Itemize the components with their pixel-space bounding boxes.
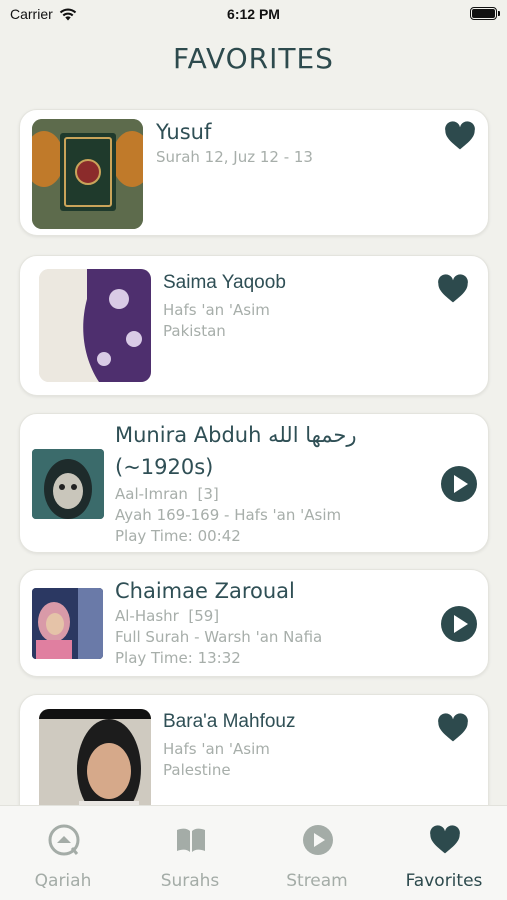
card-title: Bara'a Mahfouz	[163, 711, 296, 732]
card-subtitle-riwayah: Hafs 'an 'Asim	[163, 301, 270, 319]
heart-icon[interactable]	[437, 713, 469, 743]
tab-label: Qariah	[34, 871, 92, 891]
quran-thumbnail	[32, 119, 143, 229]
card-riwayah: Full Surah - Warsh 'an Nafia	[115, 628, 323, 646]
card-title: Saima Yaqoob	[163, 272, 286, 293]
tab-label: Surahs	[160, 871, 220, 891]
play-icon[interactable]	[441, 606, 477, 642]
battery-icon	[470, 7, 500, 20]
tab-bar: Qariah Surahs Stream Favorites	[0, 805, 507, 900]
card-subtitle-riwayah: Hafs 'an 'Asim	[163, 740, 270, 758]
heart-icon[interactable]	[437, 274, 469, 304]
card-title: Yusuf	[156, 120, 212, 144]
tab-label: Stream	[286, 871, 348, 891]
card-surah: Aal-Imran [3]	[115, 485, 219, 503]
favorite-card-qariah[interactable]: Saima Yaqoob Hafs 'an 'Asim Pakistan	[19, 255, 489, 396]
card-play-time: Play Time: 13:32	[115, 649, 241, 667]
favorite-card-surah[interactable]: Yusuf Surah 12, Juz 12 - 13	[19, 109, 489, 236]
card-subtitle-country: Palestine	[163, 761, 231, 779]
card-surah: Al-Hashr [59]	[115, 607, 220, 625]
card-subtitle: Surah 12, Juz 12 - 13	[156, 148, 313, 166]
tab-stream[interactable]: Stream	[254, 806, 380, 900]
tab-surahs[interactable]: Surahs	[127, 806, 253, 900]
card-play-time: Play Time: 00:42	[115, 527, 241, 545]
favorite-card-recitation[interactable]: Munira Abduh رحمها الله (~1920s) Aal-Imr…	[19, 413, 489, 553]
heart-icon	[430, 825, 460, 854]
book-icon	[177, 828, 205, 852]
play-icon[interactable]	[441, 466, 477, 502]
tab-label: Favorites	[405, 871, 483, 891]
card-title-era: (~1920s)	[115, 455, 214, 479]
card-title: Chaimae Zaroual	[115, 579, 295, 603]
card-subtitle-country: Pakistan	[163, 322, 226, 340]
reciter-thumbnail	[32, 588, 103, 659]
status-time: 6:12 PM	[227, 6, 280, 22]
status-bar: Carrier 6:12 PM	[0, 0, 507, 30]
card-ayah-range: Ayah 169-169 - Hafs 'an 'Asim	[115, 506, 342, 524]
qariah-icon	[48, 824, 80, 856]
tab-qariah[interactable]: Qariah	[0, 806, 126, 900]
card-title: Munira Abduh رحمها الله	[115, 423, 357, 447]
reciter-thumbnail	[32, 449, 104, 519]
heart-icon[interactable]	[444, 121, 476, 151]
favorite-card-recitation[interactable]: Chaimae Zaroual Al-Hashr [59] Full Surah…	[19, 569, 489, 677]
play-circle-icon	[303, 825, 333, 855]
tab-favorites[interactable]: Favorites	[381, 806, 507, 900]
qariah-avatar	[39, 269, 151, 382]
page-title: FAVORITES	[173, 42, 334, 75]
